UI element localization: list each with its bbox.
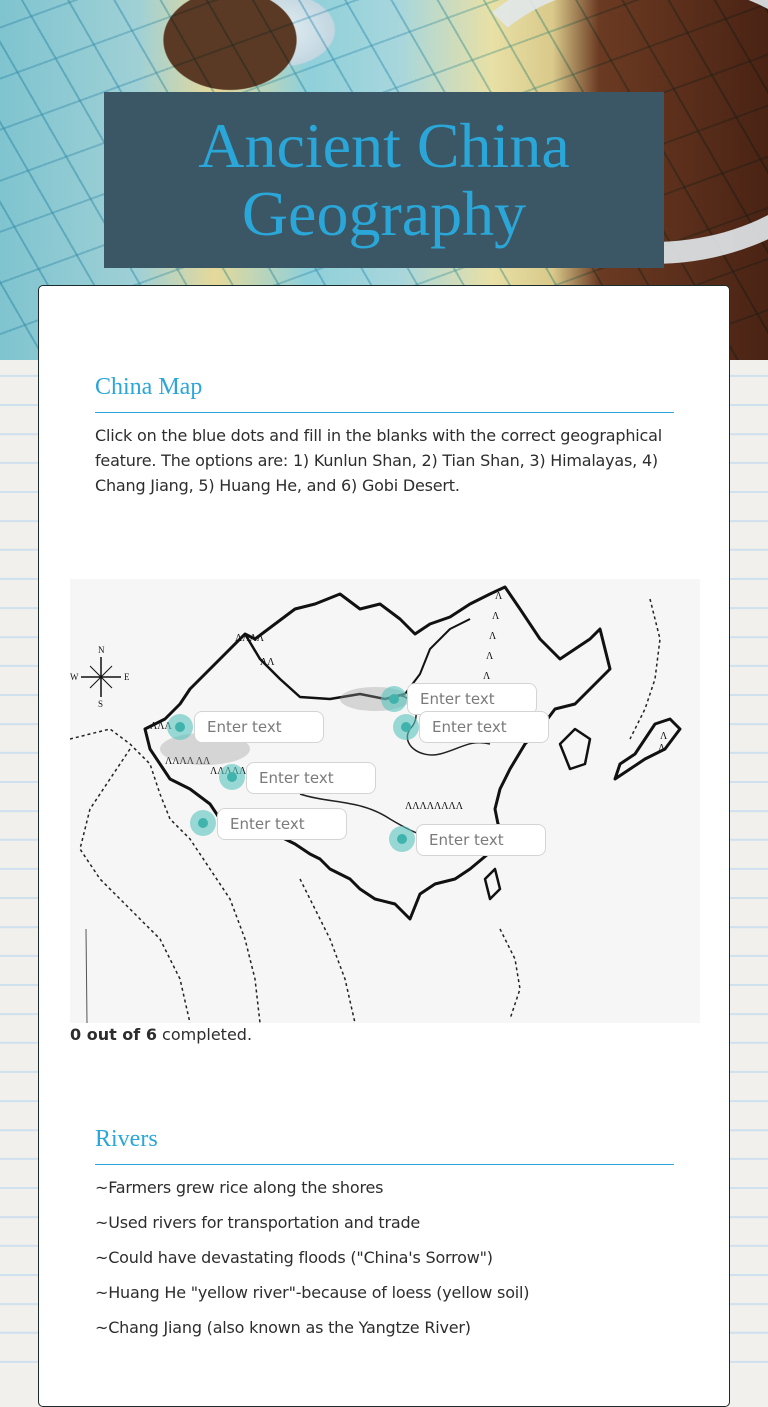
map-blank-1[interactable]: [194, 711, 324, 743]
section-heading-rivers: Rivers: [95, 1126, 158, 1152]
map-blank-5[interactable]: [217, 808, 347, 840]
map-blank-3[interactable]: [419, 711, 549, 743]
section-divider: [95, 1164, 674, 1165]
map-instructions: Click on the blue dots and fill in the b…: [95, 426, 662, 495]
svg-text:Λ: Λ: [483, 671, 491, 682]
svg-text:Λ: Λ: [658, 743, 666, 754]
compass-n: N: [98, 645, 105, 655]
list-item: ~Could have devastating floods ("China's…: [95, 1248, 493, 1267]
svg-text:Λ: Λ: [486, 651, 494, 662]
map-blank-6[interactable]: [416, 824, 546, 856]
list-item: ~Huang He "yellow river"-because of loes…: [95, 1283, 530, 1302]
compass-w: W: [70, 672, 79, 682]
worksheet-card: China Map Click on the blue dots and fil…: [38, 285, 730, 1407]
compass-e: E: [124, 672, 130, 682]
map-hotspot-1[interactable]: [167, 714, 193, 740]
completion-status: 0 out of 6 completed.: [70, 1025, 252, 1044]
map-hotspot-5[interactable]: [190, 810, 216, 836]
country-borders: [70, 598, 661, 1023]
rivers-list: ~Farmers grew rice along the shores ~Use…: [95, 1176, 530, 1351]
list-item: ~Farmers grew rice along the shores: [95, 1178, 384, 1197]
compass-rose-icon: N S E W: [70, 645, 130, 709]
svg-text:ΛΛΛΛΛΛΛΛ: ΛΛΛΛΛΛΛΛ: [405, 801, 464, 812]
scale-line: [85, 928, 88, 1023]
section-divider: [95, 412, 674, 413]
page-title: Ancient China Geography: [198, 110, 570, 249]
map-hotspot-3[interactable]: [393, 714, 419, 740]
svg-text:Λ: Λ: [492, 611, 500, 622]
svg-text:ΛΛ: ΛΛ: [260, 657, 275, 668]
map-blank-4[interactable]: [246, 762, 376, 794]
section-heading-china-map: China Map: [95, 374, 203, 400]
list-item: ~Used rivers for transportation and trad…: [95, 1213, 421, 1232]
svg-text:ΛΛΛΛ: ΛΛΛΛ: [235, 633, 265, 644]
svg-text:Λ: Λ: [495, 591, 503, 602]
map-hotspot-4[interactable]: [219, 764, 245, 790]
china-map: ΛΛΛΛ ΛΛ ΛΛΛ ΛΛΛΛ ΛΛ ΛΛΛΛΛ ΛΛΛΛΛΛΛΛ ΛΛΛΛΛ…: [70, 579, 700, 1023]
map-outline: ΛΛΛΛ ΛΛ ΛΛΛ ΛΛΛΛ ΛΛ ΛΛΛΛΛ ΛΛΛΛΛΛΛΛ ΛΛΛΛΛ…: [70, 585, 682, 1023]
svg-text:Λ: Λ: [660, 731, 668, 742]
map-hotspot-6[interactable]: [389, 826, 415, 852]
completion-suffix: completed.: [156, 1025, 253, 1044]
list-item: ~Chang Jiang (also known as the Yangtze …: [95, 1318, 471, 1337]
completion-count: 0 out of 6: [70, 1025, 157, 1044]
map-hotspot-2[interactable]: [381, 686, 407, 712]
svg-text:Λ: Λ: [489, 631, 497, 642]
compass-s: S: [98, 699, 103, 709]
title-banner: Ancient China Geography: [104, 92, 664, 268]
